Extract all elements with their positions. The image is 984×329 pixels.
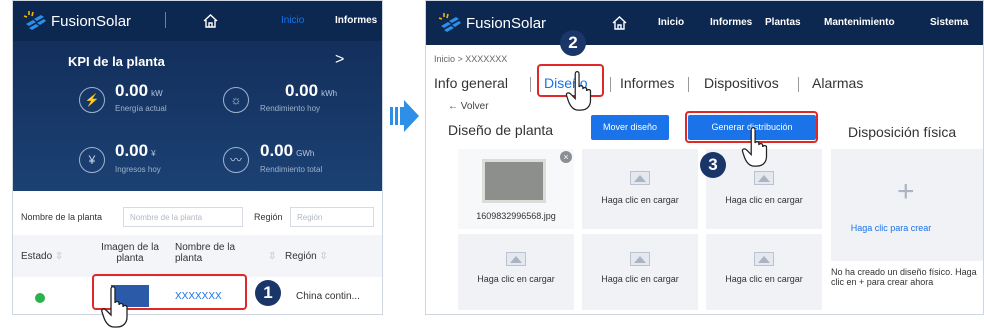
- breadcrumb: Inicio > XXXXXXX: [434, 54, 508, 64]
- image-upload-icon: [754, 252, 774, 266]
- col-estado[interactable]: Estado ⇳: [21, 251, 63, 262]
- back-link[interactable]: ← Volver: [448, 101, 489, 112]
- create-label[interactable]: Haga clic para crear: [831, 223, 951, 233]
- sort-icon[interactable]: ⇳: [55, 251, 63, 262]
- upload-label: Haga clic en cargar: [725, 195, 803, 205]
- coins-icon: ¥: [79, 147, 105, 173]
- upload-cell[interactable]: Haga clic en cargar: [706, 234, 822, 310]
- nav-informes[interactable]: Informes: [710, 17, 752, 28]
- tab-alarmas[interactable]: Alarmas: [812, 75, 863, 91]
- image-upload-icon: [630, 171, 650, 185]
- home-icon[interactable]: [202, 13, 219, 29]
- sort-icon[interactable]: ⇳: [319, 251, 327, 262]
- nav-informes[interactable]: Informes: [335, 15, 377, 26]
- pointer-hand-icon: [101, 286, 128, 328]
- region-label: Región: [254, 212, 283, 222]
- tab-info-general[interactable]: Info general: [434, 75, 508, 91]
- logo-text: FusionSolar: [51, 12, 132, 30]
- arrow-right-icon: [390, 100, 419, 132]
- region-input[interactable]: Región: [290, 207, 374, 227]
- tab-bar: Info general Diseño Informes Dispositivo…: [426, 73, 983, 99]
- tab-divider: [530, 77, 531, 92]
- header-divider: [165, 12, 166, 28]
- move-design-button[interactable]: Mover diseño: [591, 115, 669, 140]
- upload-label: Haga clic en cargar: [601, 274, 679, 284]
- tab-dispositivos[interactable]: Dispositivos: [704, 75, 779, 91]
- upload-cell[interactable]: Haga clic en cargar: [582, 234, 698, 310]
- col-region[interactable]: Región ⇳: [285, 251, 328, 262]
- nav-plantas[interactable]: Plantas: [765, 17, 801, 28]
- logo: FusionSolar: [23, 10, 131, 32]
- step-badge-3: 3: [700, 152, 726, 178]
- image-upload-icon: [506, 252, 526, 266]
- kpi-yield-today-caption: Rendimiento hoy: [260, 104, 321, 113]
- kpi-revenue-caption: Ingresos hoy: [115, 165, 161, 174]
- portal-header: FusionSolar Inicio Informes Plantas Mant…: [426, 1, 983, 45]
- upload-label: Haga clic en cargar: [725, 274, 803, 284]
- fusionsolar-logo-icon: [438, 13, 461, 32]
- kpi-current-power-value: 0.00 kW: [115, 81, 163, 100]
- plus-icon[interactable]: +: [897, 175, 915, 209]
- app-header: FusionSolar Inicio Informes: [13, 1, 382, 41]
- col-imagen: Imagen de la planta: [101, 242, 159, 264]
- physical-layout-title: Disposición física: [848, 124, 957, 140]
- home-icon[interactable]: [611, 15, 628, 31]
- upload-cell[interactable]: Haga clic en cargar: [582, 149, 698, 229]
- kpi-current-power-caption: Energía actual: [115, 104, 167, 113]
- kpi-revenue-value: 0.00 ¥: [115, 141, 156, 160]
- chart-icon: 〰: [223, 147, 249, 173]
- nav-inicio[interactable]: Inicio: [281, 15, 304, 26]
- plant-name-label: Nombre de la planta: [21, 212, 103, 222]
- nav-mantenimiento[interactable]: Mantenimiento: [824, 17, 895, 28]
- kpi-panel: KPI de la planta > ⚡ 0.00 kW Energía actu…: [13, 41, 382, 191]
- logo: FusionSolar: [438, 12, 546, 34]
- file-name: 1609832996568.jpg: [476, 211, 556, 221]
- nav-sistema[interactable]: Sistema: [930, 17, 968, 28]
- plant-name-input[interactable]: Nombre de la planta: [123, 207, 243, 227]
- empty-layout-note: No ha creado un diseño físico. Haga clic…: [831, 267, 977, 287]
- lightning-icon: ⚡: [79, 87, 105, 113]
- plant-region: China contin...: [296, 291, 360, 302]
- uploaded-image: [482, 159, 546, 203]
- kpi-title: KPI de la planta: [68, 54, 165, 69]
- status-dot: [35, 293, 45, 303]
- tab-divider: [610, 77, 611, 92]
- upload-label: Haga clic en cargar: [477, 274, 555, 284]
- col-nombre: Nombre de la planta: [175, 242, 236, 264]
- delete-icon[interactable]: ×: [560, 151, 572, 163]
- kpi-yield-today-value: 0.00 kWh: [285, 81, 338, 100]
- nav-inicio[interactable]: Inicio: [658, 17, 684, 28]
- tab-divider: [798, 77, 799, 92]
- step-badge-1: 1: [255, 280, 281, 306]
- fusionsolar-logo-icon: [23, 11, 46, 30]
- pointer-hand-icon: [565, 71, 592, 111]
- sun-icon: ☼: [223, 87, 249, 113]
- logo-text: FusionSolar: [466, 14, 547, 32]
- create-layout-cell[interactable]: + Haga clic para crear: [831, 149, 983, 261]
- sort-icon[interactable]: ⇳: [268, 251, 276, 262]
- filter-bar: Nombre de la planta Nombre de la planta …: [13, 199, 382, 235]
- uploaded-image-cell[interactable]: × 1609832996568.jpg: [458, 149, 574, 229]
- upload-label: Haga clic en cargar: [601, 195, 679, 205]
- kpi-more-arrow[interactable]: >: [335, 51, 344, 69]
- image-upload-icon: [754, 171, 774, 185]
- kpi-total-yield-value: 0.00 GWh: [260, 141, 315, 160]
- image-upload-icon: [630, 252, 650, 266]
- table-header: Estado ⇳ Imagen de la planta Nombre de l…: [13, 235, 382, 277]
- pointer-hand-icon: [741, 127, 768, 167]
- kpi-total-yield-caption: Rendimiento total: [260, 165, 323, 174]
- tab-informes[interactable]: Informes: [620, 75, 674, 91]
- design-title: Diseño de planta: [448, 122, 554, 138]
- mobile-app-panel: FusionSolar Inicio Informes KPI de la pl…: [12, 0, 383, 315]
- upload-cell[interactable]: Haga clic en cargar: [458, 234, 574, 310]
- step-badge-2: 2: [560, 30, 586, 56]
- tab-divider: [688, 77, 689, 92]
